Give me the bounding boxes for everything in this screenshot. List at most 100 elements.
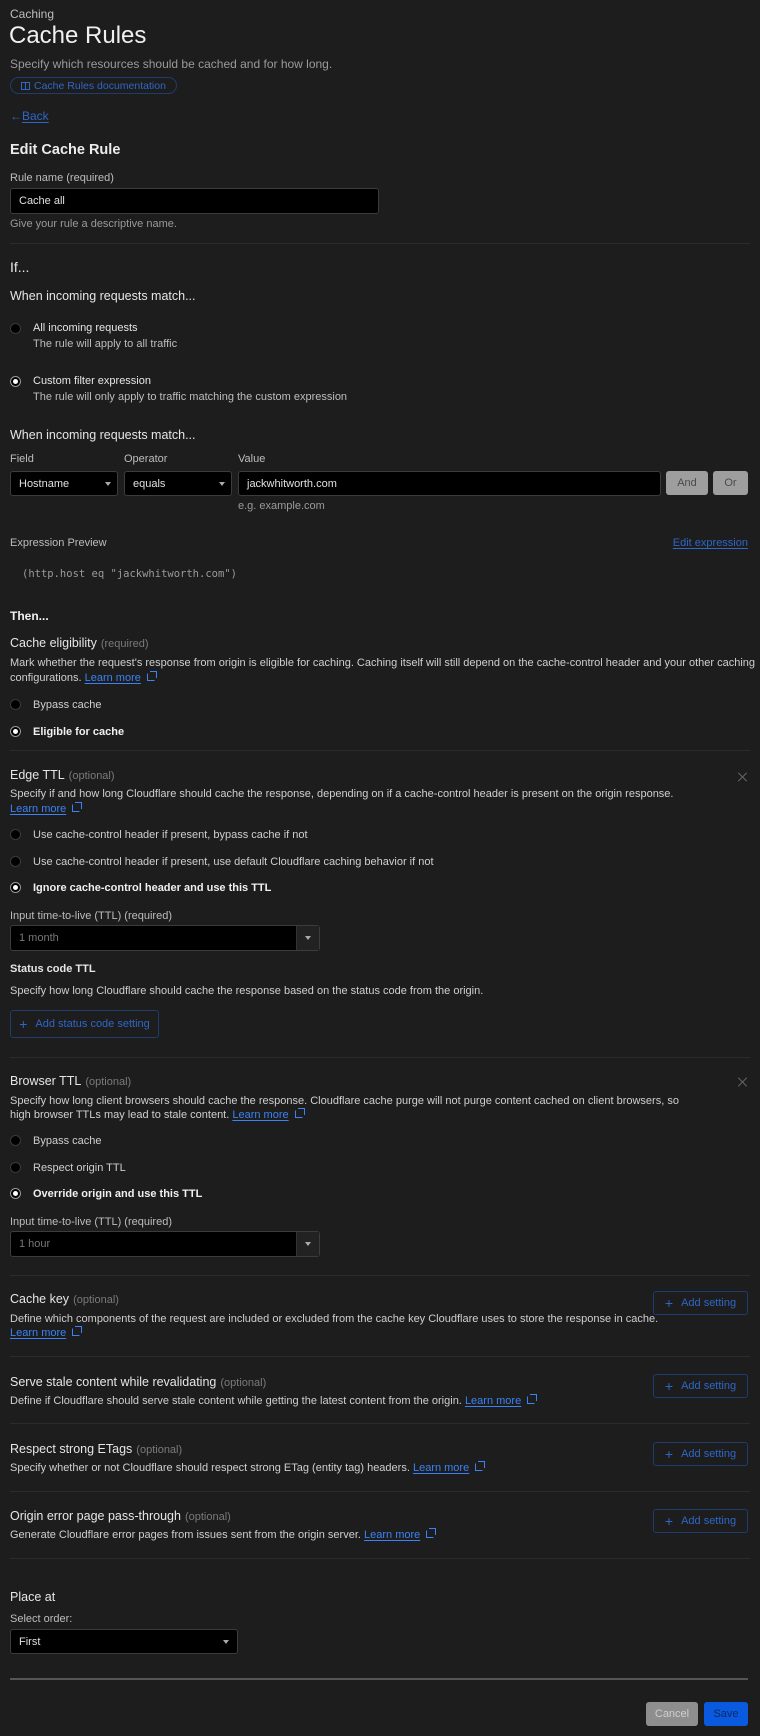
operator-select[interactable]: equals — [124, 471, 232, 496]
or-button[interactable]: Or — [713, 471, 748, 495]
match-heading: When incoming requests match... — [10, 289, 196, 303]
status-code-ttl-title: Status code TTL — [10, 963, 96, 975]
learn-more-link[interactable]: Learn more — [232, 1109, 288, 1121]
select-order-label: Select order: — [10, 1613, 73, 1625]
browser-ttl-select-value: 1 hour — [19, 1238, 51, 1250]
radio-bypass-cache-label: Bypass cache — [33, 699, 102, 711]
radio-browser-override[interactable] — [10, 1188, 21, 1202]
radio-custom-filter[interactable] — [10, 376, 21, 390]
plus-icon: + — [664, 1446, 674, 1462]
radio-edge-option-3[interactable] — [10, 882, 21, 896]
then-heading: Then... — [10, 609, 49, 623]
caret-down-icon — [223, 1640, 229, 1644]
origin-error-title: Origin error page pass-through (optional) — [10, 1509, 231, 1523]
rule-name-value: Cache all — [19, 195, 65, 207]
external-link-icon — [72, 802, 83, 812]
strong-etags-title: Respect strong ETags (optional) — [10, 1442, 183, 1456]
value-input[interactable]: jackwhitworth.com — [238, 471, 661, 496]
plus-icon: + — [664, 1513, 674, 1529]
field-select[interactable]: Hostname — [10, 471, 118, 496]
documentation-link[interactable]: Cache Rules documentation — [10, 77, 177, 94]
external-link-icon — [72, 1326, 83, 1336]
order-select[interactable]: First — [10, 1629, 238, 1654]
rule-name-help: Give your rule a descriptive name. — [10, 218, 177, 230]
learn-more-link[interactable]: Learn more — [10, 1327, 66, 1339]
origin-error-add-setting-button[interactable]: + Add setting — [653, 1509, 748, 1533]
radio-eligible-cache-label: Eligible for cache — [33, 726, 125, 738]
edit-expression-link[interactable]: Edit expression — [673, 537, 748, 549]
origin-error-desc: Generate Cloudflare error pages from iss… — [10, 1528, 437, 1541]
browser-ttl-desc: Specify how long client browsers should … — [10, 1095, 679, 1107]
divider — [10, 1356, 750, 1357]
cache-eligibility-title: Cache eligibility (required) — [10, 636, 149, 650]
rule-name-input[interactable]: Cache all — [10, 188, 379, 214]
caret-down-icon — [219, 482, 225, 486]
divider — [10, 1558, 750, 1559]
plus-icon: + — [664, 1378, 674, 1394]
caret-down-icon — [305, 936, 311, 940]
form-title: Edit Cache Rule — [10, 142, 121, 158]
browser-ttl-select[interactable]: 1 hour — [10, 1231, 320, 1257]
select-toggle[interactable] — [296, 1232, 319, 1256]
field-label: Field — [10, 453, 34, 465]
browser-ttl-title: Browser TTL (optional) — [10, 1074, 132, 1088]
serve-stale-add-setting-button[interactable]: + Add setting — [653, 1374, 748, 1398]
edge-ttl-select[interactable]: 1 month — [10, 925, 320, 951]
learn-more-link[interactable]: Learn more — [10, 803, 66, 815]
radio-edge-option-3-label: Ignore cache-control header and use this… — [33, 882, 272, 894]
divider — [10, 1491, 750, 1492]
expression-preview-label: Expression Preview — [10, 537, 107, 549]
close-icon[interactable] — [738, 772, 748, 782]
cache-key-add-setting-button[interactable]: + Add setting — [653, 1291, 748, 1315]
plus-icon: + — [664, 1295, 674, 1311]
strong-etags-add-setting-button[interactable]: + Add setting — [653, 1442, 748, 1466]
page-subtitle: Specify which resources should be cached… — [10, 57, 333, 71]
operator-select-value: equals — [133, 477, 166, 490]
learn-more-link[interactable]: Learn more — [413, 1462, 469, 1474]
select-toggle[interactable] — [296, 926, 319, 950]
value-label: Value — [238, 453, 266, 465]
cache-key-learn-more: Learn more — [10, 1326, 83, 1339]
learn-more-link[interactable]: Learn more — [364, 1529, 420, 1541]
operator-label: Operator — [124, 453, 168, 465]
breadcrumb: Caching — [10, 7, 55, 21]
back-link[interactable]: ←Back — [10, 109, 49, 123]
radio-browser-bypass[interactable] — [10, 1135, 21, 1149]
radio-all-incoming[interactable] — [10, 323, 21, 337]
edge-ttl-input-label: Input time-to-live (TTL) (required) — [10, 910, 172, 922]
save-button[interactable]: Save — [704, 1702, 748, 1726]
radio-edge-option-2-label: Use cache-control header if present, use… — [33, 856, 434, 868]
radio-browser-respect-label: Respect origin TTL — [33, 1162, 126, 1174]
learn-more-link[interactable]: Learn more — [85, 672, 141, 684]
expression-preview: (http.host eq "jackwhitworth.com") — [22, 568, 237, 580]
external-link-icon — [426, 1528, 437, 1538]
radio-bypass-cache[interactable] — [10, 699, 21, 713]
radio-custom-filter-label: Custom filter expression — [33, 375, 151, 387]
serve-stale-title: Serve stale content while revalidating (o… — [10, 1375, 267, 1389]
radio-eligible-cache[interactable] — [10, 726, 21, 740]
order-select-value: First — [19, 1635, 41, 1648]
learn-more-link[interactable]: Learn more — [465, 1395, 521, 1407]
cache-eligibility-desc: Mark whether the request's response from… — [10, 657, 755, 669]
and-button[interactable]: And — [666, 471, 708, 495]
radio-browser-respect[interactable] — [10, 1162, 21, 1176]
radio-edge-option-1-label: Use cache-control header if present, byp… — [33, 829, 308, 841]
strong-etags-desc: Specify whether or not Cloudflare should… — [10, 1461, 486, 1474]
add-status-code-button[interactable]: + Add status code setting — [10, 1010, 159, 1038]
divider — [10, 243, 750, 244]
edge-ttl-desc: Specify if and how long Cloudflare shoul… — [10, 788, 674, 800]
radio-edge-option-2[interactable] — [10, 856, 21, 870]
divider — [10, 1423, 750, 1424]
radio-all-incoming-label: All incoming requests — [33, 322, 138, 334]
caret-down-icon — [305, 1242, 311, 1246]
radio-all-incoming-desc: The rule will apply to all traffic — [33, 338, 178, 350]
cancel-button[interactable]: Cancel — [646, 1702, 698, 1726]
radio-edge-option-1[interactable] — [10, 829, 21, 843]
divider — [10, 750, 750, 751]
radio-browser-bypass-label: Bypass cache — [33, 1135, 102, 1147]
rule-name-label: Rule name (required) — [10, 172, 114, 184]
serve-stale-desc: Define if Cloudflare should serve stale … — [10, 1394, 538, 1407]
close-icon[interactable] — [738, 1077, 748, 1087]
external-link-icon — [294, 1108, 305, 1118]
external-link-icon — [475, 1461, 486, 1471]
